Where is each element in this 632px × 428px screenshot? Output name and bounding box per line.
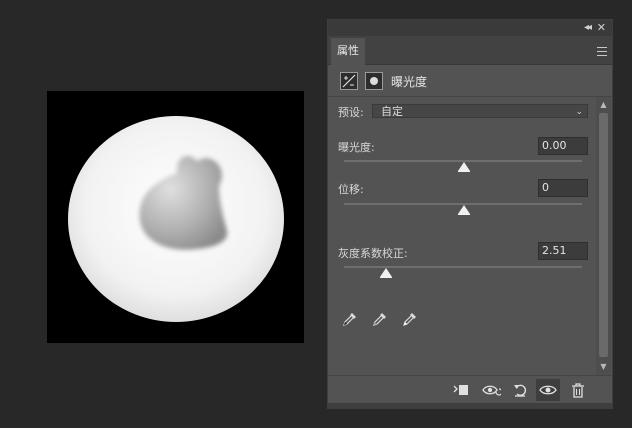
gamma-slider-thumb[interactable]: [380, 268, 392, 278]
chevron-down-icon: ⌄: [575, 107, 583, 117]
document-canvas[interactable]: [47, 91, 304, 343]
adjustment-title: 曝光度: [391, 75, 428, 89]
preset-value: 自定: [381, 105, 403, 118]
panel-footer: [328, 375, 612, 404]
panel-menu-icon[interactable]: [597, 47, 607, 56]
clip-to-layer-icon[interactable]: [449, 379, 473, 401]
canvas-image: [47, 91, 304, 343]
panel-tab-strip: 属性: [328, 36, 612, 65]
scroll-down-icon[interactable]: ▼: [596, 361, 611, 373]
exposure-adjustment-icon[interactable]: [340, 72, 358, 90]
panel-scrollbar[interactable]: ▲ ▼: [596, 97, 611, 375]
gamma-label: 灰度系数校正:: [338, 247, 408, 260]
scroll-up-icon[interactable]: ▲: [596, 99, 611, 111]
view-previous-state-icon[interactable]: [479, 379, 503, 401]
properties-panel: ◂◂ ✕ 属性 曝光度 预设: 自定 ⌄ 曝光度: 0.00 位移: 0 灰度系…: [327, 19, 613, 409]
layer-mask-icon[interactable]: [365, 72, 383, 90]
preset-dropdown[interactable]: 自定 ⌄: [372, 104, 588, 118]
trash-icon[interactable]: [566, 379, 590, 401]
gamma-input[interactable]: 2.51: [538, 242, 588, 260]
exposure-slider-thumb[interactable]: [458, 162, 470, 172]
collapse-icon[interactable]: ◂◂: [584, 22, 592, 33]
visibility-icon[interactable]: [536, 379, 560, 401]
adjustment-header: 曝光度: [328, 66, 612, 97]
preset-label: 预设:: [338, 106, 364, 119]
panel-title-bar: ◂◂ ✕: [328, 20, 612, 36]
reset-icon[interactable]: [508, 379, 532, 401]
properties-content: 预设: 自定 ⌄ 曝光度: 0.00 位移: 0 灰度系数校正: 2.51: [328, 97, 596, 375]
scroll-thumb[interactable]: [599, 113, 608, 357]
panel-bottom-edge: [328, 403, 612, 408]
close-icon[interactable]: ✕: [597, 21, 606, 34]
tab-properties[interactable]: 属性: [331, 38, 365, 65]
offset-label: 位移:: [338, 183, 364, 196]
exposure-input[interactable]: 0.00: [538, 137, 588, 155]
black-point-eyedropper-icon[interactable]: [342, 311, 358, 327]
exposure-label: 曝光度:: [338, 141, 375, 154]
offset-input[interactable]: 0: [538, 179, 588, 197]
gray-point-eyedropper-icon[interactable]: [372, 311, 388, 327]
white-point-eyedropper-icon[interactable]: [402, 311, 418, 327]
offset-slider-thumb[interactable]: [458, 205, 470, 215]
